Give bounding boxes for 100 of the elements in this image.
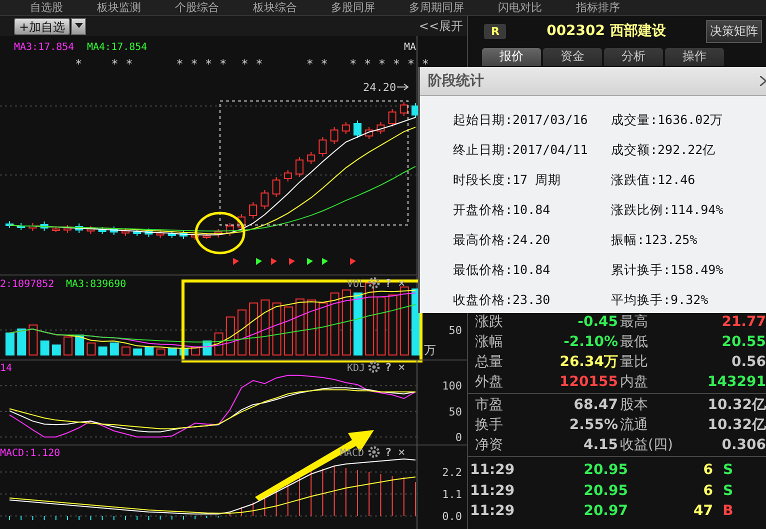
settings-icon[interactable] [368,361,380,373]
candlestick [133,228,142,236]
candlestick [354,120,362,138]
menu-tab[interactable]: 闪电对比 [498,0,542,15]
volume-bar [388,294,398,356]
volume-bar [354,292,362,356]
signal-marker-icon [271,258,277,265]
settings-icon[interactable] [368,446,380,458]
volume-bar [17,328,26,356]
candlestick [98,226,106,234]
trade-time: 11:29 [470,503,516,520]
quote-label: 涨幅 [474,333,504,351]
candlestick [168,230,176,238]
panel-tab[interactable]: 资金 [543,48,602,66]
trade-price: 20.95 [582,482,628,499]
close-button[interactable]: × [398,360,406,374]
quote-label: 涨跌 [474,313,504,331]
volume-bar [330,292,340,356]
candlestick [307,152,316,164]
menu-tab[interactable]: 个股综合 [175,0,219,15]
panel-tab[interactable]: 分析 [604,48,663,66]
axis-label: 1.1 [442,488,462,501]
high-price-label: 24.20 [363,81,396,94]
quote-value: 10.32亿 [706,416,766,434]
trade-volume: 47 [692,503,713,520]
quote-label: 最高 [619,313,649,331]
candlestick [388,108,396,127]
candlestick [365,126,374,140]
volume-bar [75,334,84,356]
axis-label: 0.0 [442,510,462,523]
menu-tab[interactable]: 板块综合 [253,0,297,15]
quote-value: -2.10% [562,334,618,350]
quote-value: 4.15 [582,437,618,453]
quote-label: 最低 [619,333,649,351]
stat-text: 成交额:292.22亿 [611,141,717,159]
indicator-value-label: 14 [0,363,12,374]
candlestick [318,136,327,157]
decision-matrix-button[interactable]: 决策矩阵 [706,20,762,42]
panel-tab[interactable]: 报价 [482,48,541,66]
candlestick [400,102,408,116]
dropdown-button[interactable] [71,18,86,34]
candlestick [330,126,338,144]
ma-value-label: MA4:17.854 [87,42,148,53]
candlestick [144,228,153,238]
candlestick [342,122,350,134]
volume-bar [6,332,14,356]
add-watchlist-button[interactable]: +加自选 [14,18,70,34]
settings-icon[interactable] [368,277,380,289]
help-button[interactable]: ? [385,361,392,374]
candlestick [180,230,188,240]
trade-volume: 6 [702,462,713,478]
close-icon[interactable] [760,76,766,86]
candlestick [238,214,246,230]
menu-tab[interactable]: 自选股 [30,0,63,15]
stock-title: 002302 西部建设 [546,22,667,40]
highlight-ellipse [194,212,246,254]
trade-side: S [722,462,734,478]
quote-value: -0.45 [576,314,618,330]
indicator-value-label: 2:1097852 [0,279,54,290]
quote-label: 内盘 [619,373,649,391]
panel-tab[interactable]: 操作 [665,48,724,66]
ma-value-label: MA3:17.854 [14,42,74,53]
indicator-name: KDJ [347,363,366,374]
volume-bar [412,288,420,356]
volume-axis-label: 50 [448,324,462,337]
quote-label: 净资 [474,436,504,454]
candlestick [260,190,269,210]
quote-value: 120155 [558,374,618,390]
volume-bar [64,336,72,356]
quote-value: 0.56 [730,354,766,370]
axis-label: 2.2 [442,466,462,479]
quote-label: 收益(四) [619,436,674,454]
axis-label: 100 [442,380,462,393]
volume-bar [122,346,130,356]
close-button[interactable]: × [398,445,406,459]
indicator-name: MA [404,42,416,53]
candlestick [249,202,258,219]
indicator-name: MACD [340,448,364,459]
menu-tab[interactable]: 多股同屏 [331,0,375,15]
candlestick [52,226,60,232]
signal-marker-icon [289,258,295,265]
volume-bar [110,342,119,356]
help-button[interactable]: ? [385,446,392,459]
signal-marker-icon [350,258,356,265]
trade-time: 11:29 [470,462,516,478]
signal-marker-icon [233,258,239,265]
axis-label: 0 [455,431,462,444]
expand-link[interactable]: <<展开 [418,18,467,34]
menu-tab[interactable]: 板块监测 [97,0,141,15]
quote-label: 量比 [619,353,649,371]
candlestick [86,226,95,234]
stat-text: 收盘价格:23.30 [453,291,552,309]
volume-bar [376,296,386,356]
caret-icon [74,23,83,29]
quote-label: 总量 [474,353,504,371]
menu-tab[interactable]: 指标排序 [576,0,620,15]
volume-bar [342,290,351,356]
menu-tab[interactable]: 多周期同屏 [409,0,464,15]
candlestick [296,156,304,178]
volume-bar [284,306,293,356]
